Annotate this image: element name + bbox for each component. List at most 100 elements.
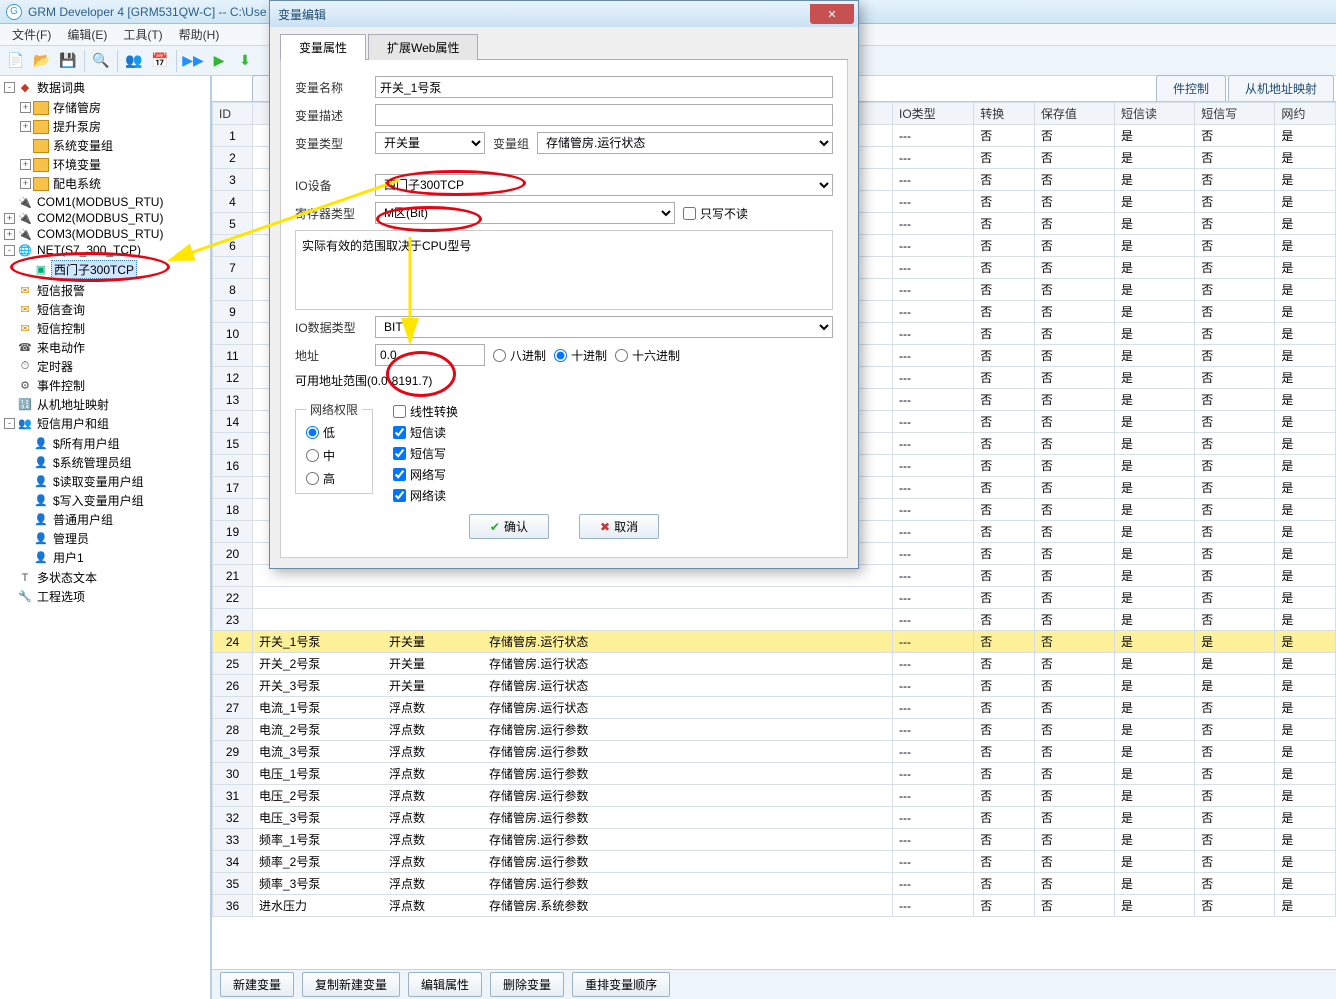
expand-icon[interactable]: - — [4, 245, 15, 256]
tree-timer[interactable]: 定时器 — [35, 358, 75, 375]
datatype-select[interactable]: BIT — [375, 316, 833, 338]
search-icon[interactable]: 🔍 — [89, 49, 113, 73]
perm-low-radio[interactable] — [306, 426, 319, 439]
smsread-checkbox[interactable] — [393, 426, 406, 439]
table-row[interactable]: 34频率_2号泵浮点数存储管房.运行参数---否否是否是 — [213, 851, 1336, 873]
perm-high-radio[interactable] — [306, 472, 319, 485]
dialog-tab-web[interactable]: 扩展Web属性 — [368, 34, 478, 60]
netread-checkbox[interactable] — [393, 489, 406, 502]
expand-icon[interactable]: + — [20, 159, 31, 170]
tree-item[interactable]: 存储管房 — [51, 99, 103, 116]
reorder-button[interactable]: 重排变量顺序 — [572, 972, 670, 997]
tree-multistate[interactable]: 多状态文本 — [35, 569, 99, 586]
table-row[interactable]: 33频率_1号泵浮点数存储管房.运行参数---否否是否是 — [213, 829, 1336, 851]
group-select[interactable]: 存储管房.运行状态 — [537, 132, 833, 154]
decimal-radio[interactable] — [554, 349, 567, 362]
menu-tool[interactable]: 工具(T) — [115, 24, 170, 45]
tree-com1[interactable]: COM1(MODBUS_RTU) — [35, 195, 165, 209]
tree-group-item[interactable]: 用户1 — [51, 549, 86, 566]
hex-radio[interactable] — [615, 349, 628, 362]
expand-icon[interactable]: + — [20, 178, 31, 189]
name-input[interactable] — [375, 76, 833, 98]
octal-radio[interactable] — [493, 349, 506, 362]
tree-call[interactable]: 来电动作 — [35, 339, 87, 356]
new-file-icon[interactable]: 📄 — [4, 49, 28, 73]
tree-com2[interactable]: COM2(MODBUS_RTU) — [35, 211, 165, 225]
tree-item[interactable]: 环境变量 — [51, 156, 103, 173]
tree-item[interactable]: 提升泵房 — [51, 118, 103, 135]
table-row[interactable]: 36进水压力浮点数存储管房.系统参数---否否是否是 — [213, 895, 1336, 917]
delete-var-button[interactable]: 删除变量 — [490, 972, 564, 997]
tree-group-item[interactable]: $读取变量用户组 — [51, 473, 146, 490]
table-row[interactable]: 32电压_3号泵浮点数存储管房.运行参数---否否是否是 — [213, 807, 1336, 829]
tree-addrmap[interactable]: 从机地址映射 — [35, 396, 111, 413]
tree-item[interactable]: 配电系统 — [51, 175, 103, 192]
desc-input[interactable] — [375, 104, 833, 126]
users-icon[interactable]: 👥 — [122, 49, 146, 73]
tree-group-item[interactable]: 普通用户组 — [51, 511, 115, 528]
table-row[interactable]: 29电流_3号泵浮点数存储管房.运行参数---否否是否是 — [213, 741, 1336, 763]
save-icon[interactable]: 💾 — [56, 49, 80, 73]
table-row[interactable]: 26开关_3号泵开关量存储管房.运行状态---否否是是是 — [213, 675, 1336, 697]
table-row[interactable]: 31电压_2号泵浮点数存储管房.运行参数---否否是否是 — [213, 785, 1336, 807]
project-tree[interactable]: -◆数据词典 +存储管房 +提升泵房 系统变量组 +环境变量 +配电系统 🔌CO… — [0, 76, 212, 999]
tree-root[interactable]: 数据词典 — [35, 79, 87, 96]
menu-help[interactable]: 帮助(H) — [171, 24, 228, 45]
table-row[interactable]: 27电流_1号泵浮点数存储管房.运行状态---否否是否是 — [213, 697, 1336, 719]
tree-group-item[interactable]: 管理员 — [51, 530, 91, 547]
tree-group-item[interactable]: $所有用户组 — [51, 435, 122, 452]
device-select[interactable]: 西门子300TCP — [375, 174, 833, 196]
col-save[interactable]: 保存值 — [1034, 103, 1114, 125]
tree-sms-query[interactable]: 短信查询 — [35, 301, 87, 318]
new-var-button[interactable]: 新建变量 — [220, 972, 294, 997]
expand-icon[interactable]: + — [4, 213, 15, 224]
calendar-icon[interactable]: 📅 — [148, 49, 172, 73]
close-icon[interactable]: ✕ — [810, 4, 854, 24]
col-conv[interactable]: 转换 — [974, 103, 1035, 125]
expand-icon[interactable]: - — [4, 82, 15, 93]
write-only-checkbox[interactable] — [683, 207, 696, 220]
tree-sms-ctrl[interactable]: 短信控制 — [35, 320, 87, 337]
tree-group-item[interactable]: $写入变量用户组 — [51, 492, 146, 509]
cancel-button[interactable]: ✖取消 — [579, 514, 659, 539]
register-select[interactable]: M区(Bit) — [375, 202, 675, 224]
type-select[interactable]: 开关量 — [375, 132, 485, 154]
menu-edit[interactable]: 编辑(E) — [59, 24, 115, 45]
tree-sms-alarm[interactable]: 短信报警 — [35, 282, 87, 299]
perm-mid-radio[interactable] — [306, 449, 319, 462]
address-input[interactable] — [375, 344, 485, 366]
tab-dev[interactable]: 件控制 — [1156, 75, 1226, 101]
dialog-tab-props[interactable]: 变量属性 — [280, 34, 366, 60]
table-row[interactable]: 30电压_1号泵浮点数存储管房.运行参数---否否是否是 — [213, 763, 1336, 785]
table-row[interactable]: 25开关_2号泵开关量存储管房.运行状态---否否是是是 — [213, 653, 1336, 675]
table-row[interactable]: 35频率_3号泵浮点数存储管房.运行参数---否否是否是 — [213, 873, 1336, 895]
edit-prop-button[interactable]: 编辑属性 — [408, 972, 482, 997]
expand-icon[interactable]: + — [20, 121, 31, 132]
tree-siemens[interactable]: 西门子300TCP — [51, 260, 137, 279]
open-folder-icon[interactable]: 📂 — [30, 49, 54, 73]
tree-item[interactable]: 系统变量组 — [51, 137, 115, 154]
col-io[interactable]: IO类型 — [893, 103, 974, 125]
menu-file[interactable]: 文件(F) — [4, 24, 59, 45]
col-id[interactable]: ID — [213, 103, 253, 125]
tree-com3[interactable]: COM3(MODBUS_RTU) — [35, 227, 165, 241]
run-icon[interactable]: ▶▶ — [181, 49, 205, 73]
tree-proj[interactable]: 工程选项 — [35, 588, 87, 605]
table-row[interactable]: 28电流_2号泵浮点数存储管房.运行参数---否否是否是 — [213, 719, 1336, 741]
expand-icon[interactable]: + — [4, 229, 15, 240]
smswrite-checkbox[interactable] — [393, 447, 406, 460]
col-smsr[interactable]: 短信读 — [1115, 103, 1195, 125]
tree-group-item[interactable]: $系统管理员组 — [51, 454, 134, 471]
dialog-titlebar[interactable]: 变量编辑 ✕ — [270, 1, 858, 27]
table-row[interactable]: 24开关_1号泵开关量存储管房.运行状态---否否是是是 — [213, 631, 1336, 653]
table-row[interactable]: 23---否否是否是 — [213, 609, 1336, 631]
tree-net[interactable]: NET(S7_300_TCP) — [35, 243, 143, 257]
copy-var-button[interactable]: 复制新建变量 — [302, 972, 400, 997]
col-smsw[interactable]: 短信写 — [1195, 103, 1275, 125]
netwrite-checkbox[interactable] — [393, 468, 406, 481]
play-icon[interactable]: ▶ — [207, 49, 231, 73]
linear-checkbox[interactable] — [393, 405, 406, 418]
expand-icon[interactable]: - — [4, 418, 15, 429]
table-row[interactable]: 22---否否是否是 — [213, 587, 1336, 609]
expand-icon[interactable]: + — [20, 102, 31, 113]
